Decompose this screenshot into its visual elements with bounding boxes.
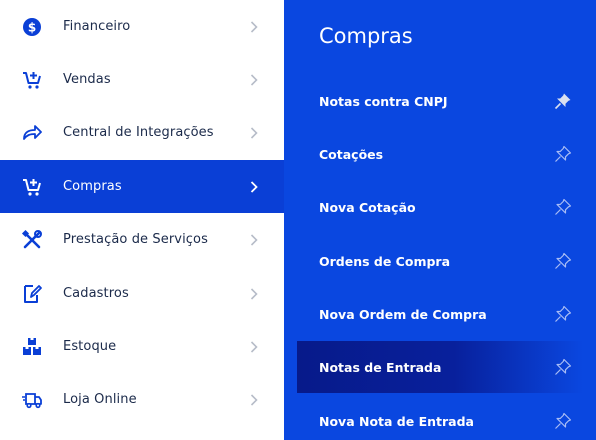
sidebar-item-loja-online[interactable]: Loja Online xyxy=(0,373,284,426)
pin-outline-icon[interactable] xyxy=(553,357,573,377)
chevron-right-icon xyxy=(248,287,260,301)
submenu-item-ordens-de-compra[interactable]: Ordens de Compra xyxy=(297,235,583,287)
submenu-item-nova-cotacao[interactable]: Nova Cotação xyxy=(297,181,583,233)
submenu-item-label: Notas de Entrada xyxy=(319,359,442,375)
sidebar-item-central-integracoes[interactable]: Central de Integrações xyxy=(0,106,284,159)
submenu-item-label: Nova Cotação xyxy=(319,199,416,215)
dollar-circle-icon: $ xyxy=(21,16,43,38)
pin-filled-icon[interactable] xyxy=(553,91,573,111)
submenu-item-label: Nova Nota de Entrada xyxy=(319,413,474,429)
submenu-item-cotacoes[interactable]: Cotações xyxy=(297,128,583,180)
submenu-item-notas-contra-cnpj[interactable]: Notas contra CNPJ xyxy=(297,75,583,127)
submenu-item-label: Notas contra CNPJ xyxy=(319,93,448,109)
pin-outline-icon[interactable] xyxy=(553,251,573,271)
sidebar-item-label: Estoque xyxy=(63,339,117,354)
cart-add-icon xyxy=(21,176,43,198)
sidebar-item-label: Financeiro xyxy=(63,19,131,34)
pin-outline-icon[interactable] xyxy=(553,411,573,431)
delivery-truck-icon xyxy=(21,389,43,411)
chevron-right-icon xyxy=(248,20,260,34)
boxes-icon xyxy=(21,336,43,358)
submenu-item-label: Cotações xyxy=(319,146,384,162)
sidebar-item-label: Central de Integrações xyxy=(63,125,214,140)
sidebar-item-label: Cadastros xyxy=(63,286,129,301)
sidebar-item-estoque[interactable]: Estoque xyxy=(0,320,284,373)
tools-icon xyxy=(21,229,43,251)
chevron-right-icon xyxy=(248,233,260,247)
main-sidebar: $ Financeiro Vendas Central de Integraçõ… xyxy=(0,0,284,440)
sidebar-item-prestacao-servicos[interactable]: Prestação de Serviços xyxy=(0,213,284,266)
sidebar-item-financeiro[interactable]: $ Financeiro xyxy=(0,0,284,53)
submenu-item-label: Ordens de Compra xyxy=(319,253,451,269)
chevron-right-icon xyxy=(248,393,260,407)
submenu-item-nova-ordem-de-compra[interactable]: Nova Ordem de Compra xyxy=(297,288,583,340)
sidebar-item-label: Vendas xyxy=(63,72,111,87)
pin-outline-icon[interactable] xyxy=(553,304,573,324)
sidebar-item-label: Loja Online xyxy=(63,392,137,407)
pin-outline-icon[interactable] xyxy=(553,144,573,164)
chevron-right-icon xyxy=(248,180,260,194)
sidebar-item-vendas[interactable]: Vendas xyxy=(0,53,284,106)
sidebar-item-label: Compras xyxy=(63,179,122,194)
submenu-title: Compras xyxy=(319,24,413,48)
compras-submenu: Compras Notas contra CNPJ Cotações Nova … xyxy=(284,0,596,440)
svg-text:$: $ xyxy=(28,20,36,34)
pin-outline-icon[interactable] xyxy=(553,197,573,217)
submenu-item-notas-de-entrada[interactable]: Notas de Entrada xyxy=(297,341,583,393)
edit-icon xyxy=(21,283,43,305)
chevron-right-icon xyxy=(248,73,260,87)
chevron-right-icon xyxy=(248,340,260,354)
sidebar-item-label: Prestação de Serviços xyxy=(63,232,208,247)
submenu-item-label: Nova Ordem de Compra xyxy=(319,306,487,322)
submenu-item-nova-nota-de-entrada[interactable]: Nova Nota de Entrada xyxy=(297,395,583,440)
chevron-right-icon xyxy=(248,126,260,140)
share-arrow-icon xyxy=(21,122,43,144)
cart-add-icon xyxy=(21,69,43,91)
sidebar-item-compras[interactable]: Compras xyxy=(0,160,284,213)
sidebar-item-cadastros[interactable]: Cadastros xyxy=(0,267,284,320)
